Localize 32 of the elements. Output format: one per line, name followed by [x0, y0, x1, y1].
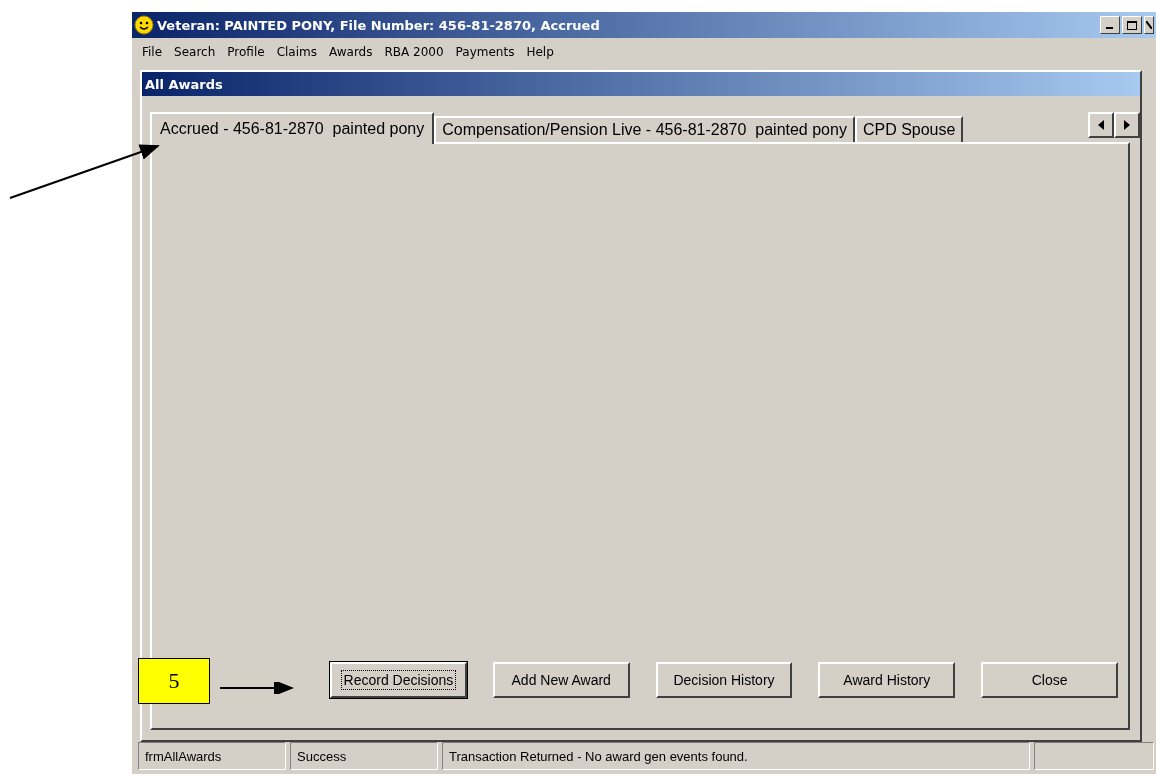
action-button[interactable]: Add New Award: [492, 662, 630, 698]
tab[interactable]: CPD Spouse: [854, 116, 964, 142]
maximize-button[interactable]: [1122, 16, 1142, 34]
action-button[interactable]: Award History: [818, 662, 956, 698]
tab[interactable]: Compensation/Pension Live - 456-81-2870 painted pony: [434, 116, 855, 142]
maximize-icon: [1127, 20, 1137, 30]
menu-item[interactable]: Profile: [221, 45, 271, 59]
status-cell: Transaction Returned - No award gen events found.: [442, 742, 1030, 770]
action-button[interactable]: Close: [981, 662, 1118, 698]
smiley-icon: [134, 15, 154, 35]
menu-item[interactable]: RBA 2000: [378, 45, 450, 59]
minimize-button[interactable]: [1100, 16, 1120, 34]
left-triangle-icon: [1098, 120, 1104, 130]
status-cell: Success: [290, 742, 438, 770]
child-window-title: All Awards: [145, 76, 223, 92]
right-triangle-icon: [1124, 120, 1130, 130]
annotation-label: 5: [138, 658, 210, 704]
scroll-right-button[interactable]: [1114, 112, 1140, 138]
scroll-left-button[interactable]: [1088, 112, 1114, 138]
menu-item[interactable]: Search: [168, 45, 222, 59]
window-title: Veteran: PAINTED PONY, File Number: 456-81-2870, Accrued: [157, 17, 601, 33]
action-button[interactable]: Decision History: [655, 662, 793, 698]
menu-item[interactable]: File: [136, 45, 169, 59]
close-icon: [1146, 21, 1152, 29]
menu-item[interactable]: Help: [520, 45, 560, 59]
close-button[interactable]: [1144, 16, 1154, 34]
tab[interactable]: Accrued - 456-81-2870 painted pony: [150, 112, 435, 144]
action-button[interactable]: Record Decisions: [330, 662, 467, 698]
menu-item[interactable]: Payments: [449, 45, 521, 59]
menu-item[interactable]: Claims: [270, 45, 323, 59]
status-cell: frmAllAwards: [138, 742, 286, 770]
menu-item[interactable]: Awards: [323, 45, 379, 59]
